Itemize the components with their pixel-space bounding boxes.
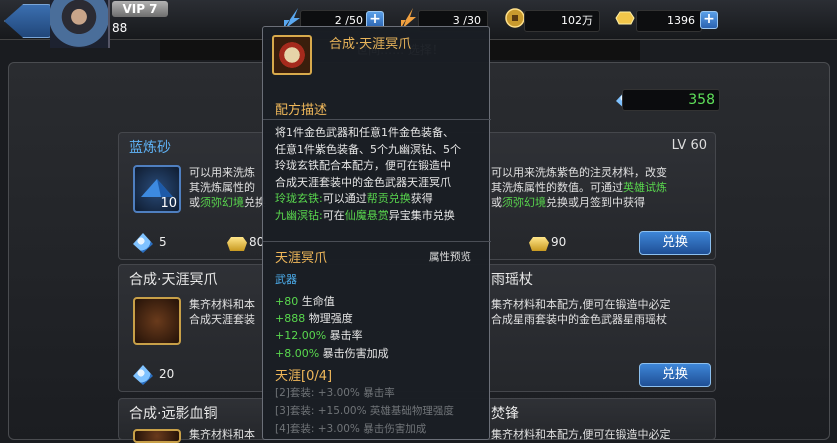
material-label: 九幽溟钻: bbox=[275, 208, 323, 222]
stat-label: 暴击伤害加成 bbox=[322, 347, 389, 360]
stat-row: +80 生命值 bbox=[275, 293, 335, 309]
back-button[interactable] bbox=[4, 4, 52, 38]
item-title: 合成·天涯冥爪 bbox=[129, 272, 218, 288]
desc-line: 或须弥幻境兑换 bbox=[189, 195, 269, 210]
stat-row: +12.00% 暴击率 bbox=[275, 327, 363, 343]
set-bonus: [3]套装: +15.00% 英雄基础物理强度 bbox=[275, 405, 454, 417]
desc-text: 或 bbox=[189, 196, 200, 209]
source-link[interactable]: 仙魔悬赏 bbox=[345, 209, 389, 222]
recipe-scroll-icon bbox=[272, 35, 312, 75]
item-title: 雨瑶杖 bbox=[491, 272, 533, 288]
desc-line: 将1件金色武器和任意1件金色装备、 bbox=[275, 126, 454, 139]
stat-value: +12.00% bbox=[275, 329, 327, 342]
gem-cost: 20 bbox=[159, 367, 175, 381]
gem-icon bbox=[133, 365, 153, 385]
coin-icon bbox=[505, 8, 525, 28]
gem-icon bbox=[133, 233, 153, 253]
tooltip-title: 合成·天涯冥爪 bbox=[329, 37, 412, 52]
gold-ingot-icon bbox=[615, 11, 635, 25]
ingot-icon bbox=[227, 237, 247, 251]
desc-line: 其洗炼属性的 bbox=[189, 181, 255, 194]
stat-label: 暴击率 bbox=[329, 329, 363, 342]
stat-value: +888 bbox=[275, 312, 306, 325]
stat-label: 生命值 bbox=[301, 295, 335, 308]
desc-text: 异宝集市兑换 bbox=[388, 208, 455, 222]
desc-line: 集齐材料和本 bbox=[189, 298, 255, 311]
source-link[interactable]: 英雄试炼 bbox=[623, 181, 667, 194]
desc-text: 获得 bbox=[410, 192, 433, 205]
gold-value: 1396 bbox=[636, 10, 702, 32]
section-heading: 配方描述 bbox=[275, 103, 328, 118]
desc-line: 合成天涯套装中的金色武器天涯冥爪 bbox=[275, 175, 451, 189]
set-bonus: [2]套装: +3.00% 暴击率 bbox=[275, 387, 395, 399]
desc-text: 可在 bbox=[322, 208, 345, 222]
stat-row: +8.00% 暴击伤害加成 bbox=[275, 345, 389, 361]
stat-row: +888 物理强度 bbox=[275, 310, 353, 326]
desc-text: 其洗炼属性的数值。可通过 bbox=[491, 181, 623, 194]
source-link[interactable]: 须弥幻境 bbox=[200, 196, 244, 209]
desc-line: 合成天涯套装 bbox=[189, 313, 255, 326]
gem-cost: 5 bbox=[159, 235, 167, 249]
coins-value: 102万 bbox=[524, 10, 600, 32]
item-title: 焚锋 bbox=[491, 406, 519, 422]
item-desc-right: 可以用来洗炼紫色的注灵材料，改变 其洗炼属性的数值。可通过英雄试炼 或须弥幻境兑… bbox=[491, 165, 715, 210]
desc-line: 其洗炼属性的数值。可通过英雄试炼 bbox=[491, 180, 715, 195]
item-icon[interactable]: 10 bbox=[133, 165, 181, 213]
item-type: 武器 bbox=[275, 273, 297, 286]
avatar[interactable] bbox=[50, 0, 110, 48]
player-level: 88 bbox=[112, 21, 128, 35]
desc-line: 任意1件紫色装备、5个九幽溟钻、5个 bbox=[275, 142, 461, 156]
item-desc-right: 集齐材料和本配方,便可在锻造中必定 合成星雨套装中的金色武器星雨瑶杖 bbox=[491, 297, 715, 327]
stat-label: 物理强度 bbox=[308, 312, 353, 325]
item-title: 合成·远影血铜 bbox=[129, 406, 218, 422]
source-link[interactable]: 须弥幻境 bbox=[502, 196, 546, 209]
divider bbox=[263, 241, 491, 242]
exchange-button[interactable]: 兑换 bbox=[639, 363, 711, 387]
item-tooltip: 合成·天涯冥爪 配方描述 将1件金色武器和任意1件金色装备、 任意1件紫色装备、… bbox=[262, 26, 491, 440]
desc-line: 集齐材料和本配方,便可在锻造中必定 bbox=[491, 298, 671, 311]
stat-value: +8.00% bbox=[275, 347, 320, 360]
attribute-preview-label: 属性预览 bbox=[429, 251, 471, 263]
set-bonus: [4]套装: +3.00% 暴击伤害加成 bbox=[275, 423, 427, 435]
add-gold-button[interactable]: + bbox=[700, 11, 718, 29]
exchange-button[interactable]: 兑换 bbox=[639, 231, 711, 255]
recipe-scroll-icon[interactable] bbox=[133, 297, 181, 345]
source-line: 玲珑玄铁:可以通过帮贡兑换获得 bbox=[275, 191, 485, 208]
vip-badge[interactable]: VIP 7 bbox=[112, 1, 168, 17]
desc-line: 可以用来洗炼 bbox=[189, 166, 255, 179]
gem-count: 358 bbox=[622, 89, 720, 111]
item-title: 蓝炼砂 bbox=[129, 140, 171, 156]
ingot-icon bbox=[529, 237, 549, 251]
divider bbox=[263, 119, 491, 120]
recipe-scroll-icon[interactable] bbox=[133, 429, 181, 443]
material-label: 玲珑玄铁: bbox=[275, 192, 323, 205]
stat-value: +80 bbox=[275, 295, 299, 308]
gold-cost: 90 bbox=[551, 235, 567, 249]
desc-line: 可以用来洗炼紫色的注灵材料，改变 bbox=[491, 166, 667, 179]
item-count: 10 bbox=[160, 196, 177, 211]
source-line: 九幽溟钻:可在仙魔悬赏异宝集市兑换 bbox=[275, 208, 485, 225]
source-link[interactable]: 帮贡兑换 bbox=[367, 192, 411, 205]
desc-line: 或须弥幻境兑换或月签到中获得 bbox=[491, 195, 715, 210]
item-desc-left: 可以用来洗炼 其洗炼属性的 或须弥幻境兑换 bbox=[189, 165, 269, 210]
desc-line: 玲珑玄铁配合本配方，便可在锻造中 bbox=[275, 159, 451, 172]
desc-line: 合成星雨套装中的金色武器星雨瑶杖 bbox=[491, 313, 667, 326]
item-desc-left: 集齐材料和本 合成天涯套装 bbox=[189, 297, 269, 327]
item-name: 天涯冥爪 bbox=[275, 251, 328, 266]
desc-text: 可以通过 bbox=[322, 192, 367, 205]
set-name: 天涯[0/4] bbox=[275, 369, 333, 384]
item-level: LV 60 bbox=[671, 138, 707, 153]
desc-text: 或 bbox=[491, 196, 502, 209]
recipe-description: 将1件金色武器和任意1件金色装备、 任意1件紫色装备、5个九幽溟钻、5个 玲珑玄… bbox=[275, 125, 485, 224]
desc-text: 兑换或月签到中获得 bbox=[546, 196, 645, 209]
